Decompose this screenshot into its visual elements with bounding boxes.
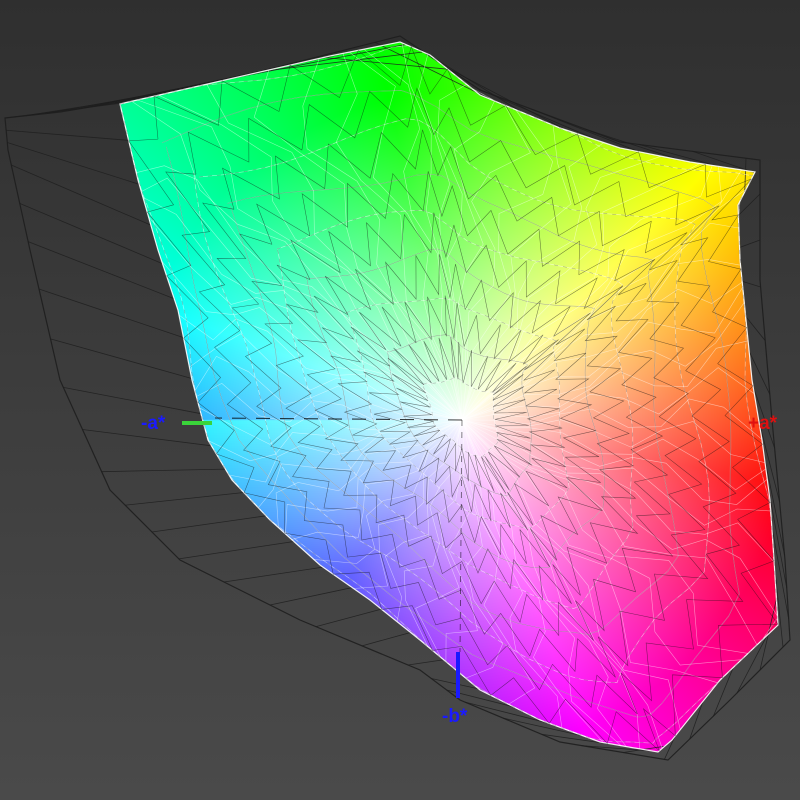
- wireframe-line: [478, 88, 602, 143]
- wireframe-line: [161, 90, 740, 718]
- wireframe-line: [50, 338, 192, 379]
- wireframe-line: [6, 129, 129, 141]
- wireframe-line: [461, 155, 662, 421]
- wireframe-line: [461, 259, 741, 421]
- wireframe-line: [259, 51, 424, 72]
- axis-label-pos-a: +a*: [748, 413, 778, 434]
- wireframe-line: [193, 118, 710, 683]
- wireframe-line: [193, 118, 710, 683]
- wireframe-line: [178, 314, 463, 421]
- wireframe-line: [664, 736, 676, 760]
- wireframe-line: [28, 241, 175, 300]
- wireframe-line: [275, 419, 463, 528]
- wireframe-line: [151, 515, 267, 533]
- wireframe-line: [461, 109, 554, 421]
- wireframe-line: [461, 419, 718, 684]
- wireframe-line: [227, 173, 679, 636]
- wireframe-line: [125, 492, 244, 506]
- wireframe-line: [584, 128, 680, 161]
- wireframe-line: [461, 125, 572, 421]
- wireframe-line: [131, 101, 463, 421]
- wireframe-line: [158, 94, 463, 421]
- wireframe-line: [101, 468, 226, 473]
- gamut-wireframe-overlay: [4, 35, 791, 761]
- wireframe-line: [335, 53, 463, 421]
- wireframe-line: [178, 541, 294, 560]
- wireframe-line: [713, 667, 734, 717]
- axis-label-neg-b: -b*: [442, 706, 468, 727]
- wireframe-line: [745, 316, 766, 341]
- wireframe-line: [403, 419, 463, 647]
- wireframe-line: [227, 173, 679, 635]
- wireframe-line: [461, 163, 700, 421]
- wireframe-line: [461, 419, 771, 526]
- wireframe-line: [38, 288, 184, 339]
- wireframe-line: [461, 165, 713, 421]
- wireframe-line: [461, 105, 531, 421]
- wireframe-line: [744, 158, 747, 192]
- wireframe-line: [531, 108, 640, 153]
- wireframe-line: [384, 419, 463, 622]
- wireframe-line: [313, 254, 603, 568]
- wireframe-line: [461, 419, 627, 747]
- wireframe-line: [202, 129, 709, 678]
- wireframe-line: [736, 635, 768, 694]
- wireframe-line: [437, 84, 467, 421]
- wireframe-line: [461, 419, 766, 463]
- wireframe-line: [739, 239, 761, 248]
- wireframe-line: [581, 745, 652, 752]
- wireframe-line: [11, 164, 152, 226]
- wireframe-line: [214, 417, 463, 421]
- reference-gamut-wireframe: [4, 35, 791, 761]
- wireframe-line: [361, 632, 411, 647]
- wireframe-line: [223, 566, 324, 583]
- wireframe-line: [119, 45, 778, 744]
- wireframe-line: [128, 46, 779, 752]
- wireframe-line: [258, 419, 463, 508]
- wireframe-line: [269, 587, 353, 606]
- wireframe-line: [19, 202, 163, 265]
- wireframe-line: [4, 35, 791, 761]
- wireframe-line: [374, 41, 478, 93]
- wireframe-line: [161, 90, 740, 718]
- wireframe-line: [461, 419, 536, 705]
- wireframe-line: [742, 280, 761, 288]
- measured-gamut-wireframe: [119, 41, 779, 753]
- wireframe-line: [165, 87, 744, 715]
- gamut-3d-view[interactable]: -a* +a* -b*: [0, 0, 800, 800]
- wireframe-line: [119, 41, 779, 753]
- wireframe-line: [447, 68, 567, 131]
- wireframe-line: [136, 165, 463, 421]
- wireframe-line: [317, 56, 448, 70]
- wireframe-line: [315, 608, 382, 628]
- wireframe-line: [63, 386, 202, 415]
- wireframe-line: [253, 69, 463, 421]
- wireframe-line: [461, 287, 743, 421]
- axis-label-neg-a: -a*: [141, 413, 166, 434]
- wireframe-line: [7, 142, 140, 185]
- wireframe-line: [119, 45, 778, 744]
- wireframe-line: [407, 659, 444, 666]
- wireframe-line: [768, 491, 788, 589]
